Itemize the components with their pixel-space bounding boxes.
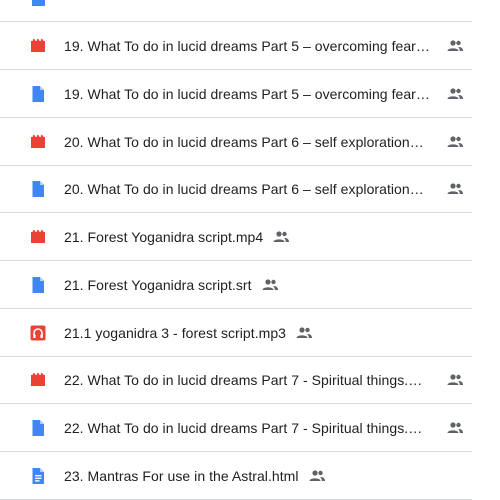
- audio-icon: [30, 325, 46, 341]
- file-icon: [32, 181, 44, 197]
- people-icon: [447, 40, 463, 51]
- file-row[interactable]: 21. Forest Yoganidra script.mp4: [0, 214, 472, 261]
- file-icon: [32, 86, 44, 102]
- people-icon: [447, 136, 463, 147]
- file-row[interactable]: 21. Forest Yoganidra script.srt: [0, 262, 472, 309]
- video-icon: [31, 38, 45, 52]
- video-icon: [31, 229, 45, 243]
- people-icon: [262, 279, 278, 290]
- file-name[interactable]: 22. What To do in lucid dreams Part 7 - …: [64, 372, 436, 388]
- people-icon: [296, 327, 313, 338]
- file-row[interactable]: 22. What To do in lucid dreams Part 7 - …: [0, 405, 472, 452]
- file-row[interactable]: 21.1 yoganidra 3 - forest script.mp3: [0, 310, 472, 357]
- people-icon: [447, 183, 463, 194]
- video-icon: [31, 134, 45, 148]
- file-name[interactable]: 19. What To do in lucid dreams Part 5 – …: [64, 86, 436, 102]
- file-icon: [32, 420, 44, 436]
- people-icon: [309, 470, 325, 481]
- file-name[interactable]: 21. Forest Yoganidra script.srt: [64, 277, 252, 293]
- file-name[interactable]: 21.1 yoganidra 3 - forest script.mp3: [64, 325, 286, 341]
- file-icon: [32, 0, 45, 6]
- file-name[interactable]: 19. What To do in lucid dreams Part 5 – …: [64, 38, 436, 54]
- video-icon: [31, 372, 45, 386]
- file-row[interactable]: 19. What To do in lucid dreams Part 5 – …: [0, 23, 472, 70]
- file-name[interactable]: 20. What To do in lucid dreams Part 6 – …: [64, 181, 436, 197]
- file-name[interactable]: 22. What To do in lucid dreams Part 7 - …: [64, 420, 436, 436]
- people-icon: [447, 422, 463, 433]
- file-row[interactable]: 22. What To do in lucid dreams Part 7 - …: [0, 357, 472, 404]
- file-name[interactable]: 20. What To do in lucid dreams Part 6 – …: [64, 134, 436, 150]
- file-name[interactable]: 23. Mantras For use in the Astral.html: [64, 468, 299, 484]
- file-list: 19. What To do in lucid dreams Part 5 – …: [0, 0, 500, 500]
- file-row[interactable]: 20. What To do in lucid dreams Part 6 – …: [0, 119, 472, 166]
- file-row[interactable]: 23. Mantras For use in the Astral.html: [0, 453, 472, 500]
- file-name[interactable]: 21. Forest Yoganidra script.mp4: [64, 229, 263, 245]
- people-icon: [447, 374, 463, 385]
- file-icon: [32, 277, 44, 293]
- file-row[interactable]: 19. What To do in lucid dreams Part 5 – …: [0, 71, 472, 118]
- document-icon: [32, 468, 44, 484]
- file-row-partial[interactable]: [0, 0, 472, 22]
- people-icon: [447, 88, 463, 99]
- people-icon: [273, 231, 290, 242]
- file-row[interactable]: 20. What To do in lucid dreams Part 6 – …: [0, 166, 472, 213]
